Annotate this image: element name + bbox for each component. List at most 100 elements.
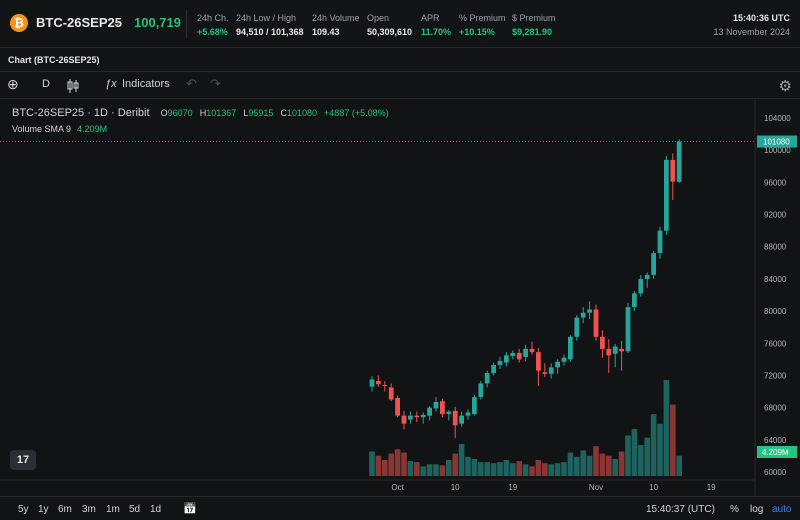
volume-bar: [618, 451, 625, 476]
candle-body: [657, 230, 663, 254]
stat-label: 24h Low / High: [236, 13, 297, 23]
volume-bar: [676, 455, 682, 476]
volume-bar: [625, 435, 631, 476]
range-1d-button[interactable]: 1d: [150, 504, 161, 515]
last-price-label: 101080: [763, 138, 790, 147]
volume-bar: [554, 463, 561, 476]
y-tick-label: 72000: [764, 371, 787, 380]
volume-bar: [465, 456, 471, 476]
volume-bar: [644, 437, 650, 476]
volume-bar: [638, 445, 644, 476]
candle-body: [427, 407, 432, 416]
stat-value: +10.15%: [459, 27, 495, 37]
log-scale-button[interactable]: log: [750, 504, 763, 515]
volume-bar: [420, 466, 426, 476]
x-tick-label: 10: [649, 483, 658, 492]
candle-body: [548, 367, 554, 374]
volume-bar: [593, 446, 599, 476]
candle-body: [497, 360, 503, 365]
volume-bar: [503, 460, 510, 476]
auto-scale-button[interactable]: auto: [772, 504, 791, 515]
stat-24h-change: 24h Ch. +5.68%: [197, 13, 229, 37]
market-header: ₿ BTC-26SEP25 ⌄ 100,719 24h Ch. +5.68% 2…: [0, 0, 800, 48]
y-tick-label: 96000: [764, 178, 787, 187]
bitcoin-icon: ₿: [10, 14, 28, 32]
range-1y-button[interactable]: 1y: [38, 504, 49, 515]
range-1m-button[interactable]: 1m: [106, 504, 120, 515]
candle-body: [516, 352, 522, 360]
stat-value: +5.68%: [197, 27, 228, 37]
tradingview-logo[interactable]: 17: [10, 450, 36, 470]
candle-body: [561, 357, 567, 362]
candle-body: [574, 317, 580, 337]
volume-bar: [650, 414, 657, 476]
candle-body: [638, 278, 644, 294]
volume-bar: [388, 453, 394, 476]
y-tick-label: 92000: [764, 211, 787, 220]
candle-body: [465, 412, 471, 416]
candle-body: [651, 253, 656, 275]
candle-body: [593, 309, 599, 337]
volume-bar: [452, 453, 458, 476]
candle-body: [459, 415, 464, 424]
y-tick-label: 68000: [764, 404, 787, 413]
add-symbol-icon[interactable]: ⊕: [7, 76, 19, 93]
candle-body: [555, 361, 560, 368]
candle-body: [542, 372, 548, 374]
volume-bar: [606, 455, 612, 476]
candle-body: [446, 411, 452, 415]
y-tick-label: 76000: [764, 339, 787, 348]
header-time: 15:40:36 UTC: [732, 13, 790, 23]
candle-body: [632, 293, 637, 308]
stat-dollar-premium: $ Premium $9,281.90: [512, 13, 556, 37]
chart-title: Chart (BTC-26SEP25): [8, 55, 100, 65]
candle-body: [510, 352, 516, 357]
candle-body: [664, 159, 669, 231]
interval-button[interactable]: D: [42, 78, 50, 90]
percent-scale-button[interactable]: %: [730, 504, 739, 515]
candle-body: [478, 383, 484, 398]
volume-bar: [510, 463, 516, 476]
volume-bar: [446, 460, 452, 476]
settings-gear-icon[interactable]: ⚙: [779, 77, 792, 95]
y-tick-label: 80000: [764, 307, 787, 316]
indicators-button[interactable]: Indicators: [122, 78, 170, 90]
candle-body: [414, 415, 420, 418]
candle-body: [523, 348, 528, 357]
stat-value: 11.70%: [421, 27, 452, 37]
undo-icon[interactable]: ↶: [186, 76, 197, 92]
range-5y-button[interactable]: 5y: [18, 504, 29, 515]
calendar-icon[interactable]: 📅: [183, 502, 197, 515]
redo-icon[interactable]: ↷: [210, 76, 221, 92]
instrument-name[interactable]: BTC-26SEP25: [36, 15, 122, 30]
stat-open: Open 50,309,610: [367, 13, 412, 37]
stat-value: 50,309,610: [367, 27, 413, 37]
range-5d-button[interactable]: 5d: [129, 504, 140, 515]
volume-bar: [471, 458, 478, 476]
price-chart[interactable]: 104000 100000 96000 92000 88000 84000 80000 760…: [0, 100, 800, 496]
stat-label: 24h Volume: [312, 13, 360, 23]
x-tick-label: Nov: [589, 483, 603, 492]
candle-body: [619, 348, 624, 352]
volume-bar: [657, 423, 663, 476]
stat-label: $ Premium: [512, 13, 556, 23]
range-3m-button[interactable]: 3m: [82, 504, 96, 515]
stat-24h-low-high: 24h Low / High 94,510 / 101,368: [236, 13, 304, 37]
volume-bar: [599, 453, 606, 476]
chart-toolbar: ⊕ D ƒx Indicators ↶ ↷ ⚙: [0, 71, 800, 99]
candle-style-icon[interactable]: [66, 78, 80, 97]
bottom-time: 15:40:37 (UTC): [646, 504, 715, 515]
volume-bar: [542, 463, 548, 476]
range-6m-button[interactable]: 6m: [58, 504, 72, 515]
y-tick-label: 100000: [764, 146, 791, 155]
volume-bar: [574, 456, 580, 476]
y-tick-label: 84000: [764, 275, 787, 284]
volume-bar: [490, 463, 497, 476]
fx-icon[interactable]: ƒx: [105, 78, 117, 90]
chevron-down-icon[interactable]: ⌄: [112, 16, 121, 29]
candle-body: [395, 397, 400, 416]
volume-bar: [516, 461, 522, 476]
stat-value: $9,281.90: [512, 27, 553, 37]
candle-body: [580, 312, 586, 318]
volume-bar: [426, 464, 433, 476]
